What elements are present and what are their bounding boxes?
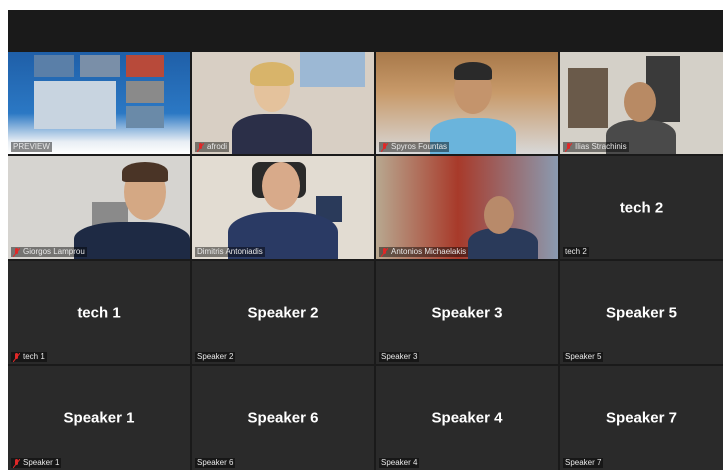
participant-name: Speaker 1 [23, 458, 60, 467]
participant-name: Speaker 5 [565, 352, 602, 361]
video-feed [376, 52, 558, 154]
participant-name-label: tech 1 [11, 352, 47, 362]
participant-display-name: Speaker 7 [606, 409, 677, 427]
participant-name-label: Speaker 6 [195, 458, 236, 468]
participant-tile-afrodi[interactable]: afrodi [192, 52, 374, 154]
participant-tile-speaker5[interactable]: Speaker 5 Speaker 5 [560, 261, 723, 364]
participant-tile-spyros[interactable]: Spyros Fountas [376, 52, 558, 154]
participant-tile-speaker3[interactable]: Speaker 3 Speaker 3 [376, 261, 558, 364]
video-feed [8, 156, 190, 259]
participant-grid: PREVIEW afrodi Spyros Fountas Ilias Stra… [8, 52, 723, 470]
participant-tile-preview[interactable]: PREVIEW [8, 52, 190, 154]
participant-name: Speaker 3 [381, 352, 418, 361]
participant-tile-tech2[interactable]: tech 2 tech 2 [560, 156, 723, 259]
participant-name: Giorgos Lamprou [23, 247, 85, 256]
participant-name: Dimitris Antoniadis [197, 247, 263, 256]
participant-display-name: Speaker 4 [431, 409, 503, 427]
mic-muted-icon [381, 247, 388, 257]
mic-muted-icon [381, 142, 388, 152]
participant-name: Speaker 4 [381, 458, 418, 467]
participant-name-label: PREVIEW [11, 142, 52, 152]
participant-tile-speaker6[interactable]: Speaker 6 Speaker 6 [192, 366, 374, 470]
participant-name-label: Speaker 1 [11, 458, 62, 468]
mic-muted-icon [13, 247, 20, 257]
participant-tile-speaker2[interactable]: Speaker 2 Speaker 2 [192, 261, 374, 364]
participant-tile-antonios[interactable]: Antonios Michaelakis [376, 156, 558, 259]
participant-name: Ilias Strachinis [575, 142, 627, 151]
participant-tile-tech1[interactable]: tech 1 tech 1 [8, 261, 190, 364]
meeting-stage: PREVIEW afrodi Spyros Fountas Ilias Stra… [8, 10, 723, 470]
participant-display-name: Speaker 1 [63, 409, 135, 427]
participant-name: Speaker 2 [197, 352, 234, 361]
participant-name-label: Giorgos Lamprou [11, 247, 87, 257]
participant-tile-speaker1[interactable]: Speaker 1 Speaker 1 [8, 366, 190, 470]
participant-name-label: Speaker 7 [563, 458, 604, 468]
participant-display-name: Speaker 2 [247, 304, 319, 321]
participant-display-name: tech 1 [77, 304, 121, 321]
video-feed [192, 52, 374, 154]
participant-name-label: Speaker 2 [195, 352, 236, 362]
participant-name: Speaker 6 [197, 458, 234, 467]
participant-name-label: Antonios Michaelakis [379, 247, 469, 257]
participant-name-label: afrodi [195, 142, 230, 152]
participant-tile-ilias[interactable]: Ilias Strachinis [560, 52, 723, 154]
participant-name-label: Dimitris Antoniadis [195, 247, 265, 257]
participant-name-label: Speaker 4 [379, 458, 420, 468]
video-feed [8, 52, 190, 154]
mic-muted-icon [13, 352, 20, 362]
participant-name: afrodi [207, 142, 228, 151]
participant-name: tech 2 [565, 247, 587, 256]
participant-name: Speaker 7 [565, 458, 602, 467]
video-feed [560, 52, 723, 154]
participant-name: Spyros Fountas [391, 142, 448, 151]
participant-name-label: Speaker 3 [379, 352, 420, 362]
participant-name: PREVIEW [13, 142, 50, 151]
participant-name: tech 1 [23, 352, 45, 361]
participant-name-label: Ilias Strachinis [563, 142, 629, 152]
participant-name-label: Speaker 5 [563, 352, 604, 362]
participant-display-name: Speaker 5 [606, 304, 677, 321]
participant-tile-dimitris[interactable]: Dimitris Antoniadis [192, 156, 374, 259]
mic-muted-icon [13, 458, 20, 468]
video-feed [376, 156, 558, 259]
participant-tile-giorgos[interactable]: Giorgos Lamprou [8, 156, 190, 259]
participant-tile-speaker7[interactable]: Speaker 7 Speaker 7 [560, 366, 723, 470]
mic-muted-icon [197, 142, 204, 152]
participant-tile-speaker4[interactable]: Speaker 4 Speaker 4 [376, 366, 558, 470]
participant-display-name: Speaker 3 [431, 304, 503, 321]
participant-name-label: tech 2 [563, 247, 589, 257]
participant-display-name: tech 2 [619, 199, 664, 216]
mic-muted-icon [565, 142, 572, 152]
video-feed [192, 156, 374, 259]
participant-display-name: Speaker 6 [247, 409, 319, 427]
participant-name: Antonios Michaelakis [391, 247, 467, 256]
participant-name-label: Spyros Fountas [379, 142, 450, 152]
